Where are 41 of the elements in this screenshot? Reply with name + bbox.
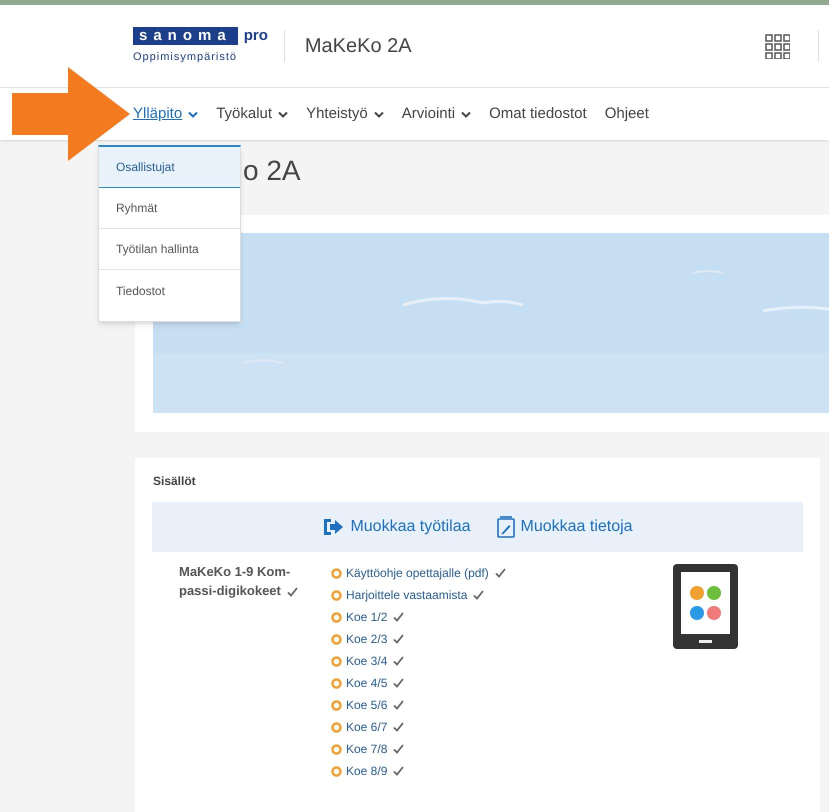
bullet-icon — [331, 766, 342, 776]
nav-item[interactable]: Yhteistyö — [306, 102, 384, 126]
bullet-icon — [331, 590, 342, 600]
content-link[interactable]: Koe 1/2 — [346, 608, 388, 626]
bullet-icon — [331, 568, 342, 578]
content-link[interactable]: Koe 8/9 — [346, 762, 388, 780]
content-link[interactable]: Koe 7/8 — [346, 740, 388, 758]
bullet-icon — [331, 678, 342, 688]
nav-item[interactable]: Työkalut — [216, 102, 288, 126]
menu-item[interactable]: Tiedostot — [99, 270, 240, 311]
module-title: MaKeKo 1-9 Kom- passi-digikokeet — [179, 562, 329, 600]
bullet-icon — [331, 722, 342, 732]
workspace-title: MaKeKo 2A — [304, 34, 412, 59]
menu-item[interactable]: Osallistujat — [99, 147, 240, 188]
menu-item[interactable]: Työtilan hallinta — [99, 229, 240, 270]
toolbar-button[interactable]: Muokkaa työtilaa — [322, 515, 470, 539]
edit-document-icon — [496, 516, 514, 538]
exit-arrow-icon — [322, 517, 344, 537]
content-link[interactable]: Koe 6/7 — [346, 718, 388, 736]
logo[interactable]: sanoma pro Oppimisympäristö — [133, 26, 268, 66]
content-link[interactable]: Harjoittele vastaamista — [346, 586, 468, 604]
nav-item[interactable]: Ohjeet — [604, 102, 649, 126]
bullet-icon — [331, 634, 342, 644]
content-link[interactable]: Koe 3/4 — [346, 652, 388, 670]
app-grid-icon[interactable] — [765, 34, 790, 58]
bullet-icon — [331, 656, 342, 666]
bullet-icon — [331, 744, 342, 754]
bullet-icon — [331, 700, 342, 710]
nav-item[interactable]: Arviointi — [402, 102, 472, 126]
tablet-icon — [673, 564, 738, 649]
bullet-icon — [331, 612, 342, 622]
toolbar-button[interactable]: Muokkaa tietoja — [496, 515, 633, 539]
section-heading: Sisällöt — [153, 473, 197, 490]
content-link[interactable]: Käyttöohje opettajalle (pdf) — [346, 564, 489, 582]
menu-item[interactable]: Ryhmät — [99, 188, 240, 229]
nav-item[interactable]: Ylläpito — [133, 102, 198, 126]
nav-item[interactable]: Omat tiedostot — [489, 102, 587, 126]
page-title: o 2A — [243, 157, 301, 185]
content-link[interactable]: Koe 2/3 — [346, 630, 388, 648]
content-link[interactable]: Koe 4/5 — [346, 674, 388, 692]
content-link[interactable]: Koe 5/6 — [346, 696, 388, 714]
